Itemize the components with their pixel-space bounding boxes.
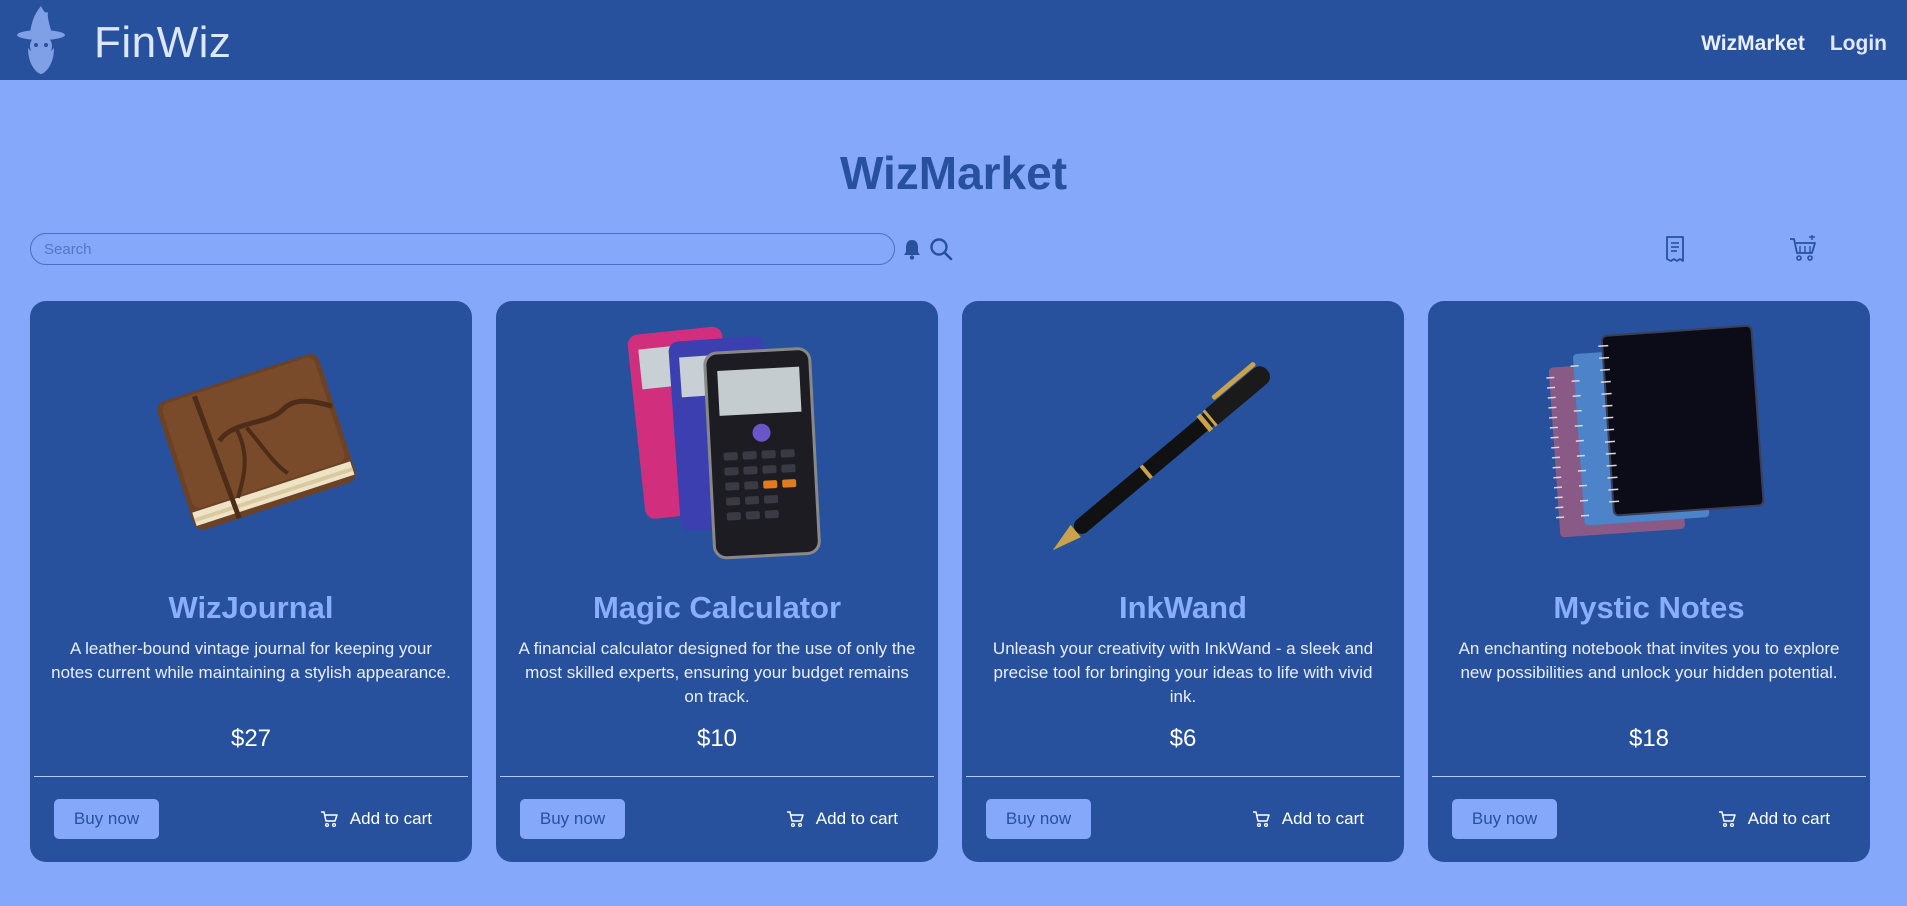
wizard-logo-icon[interactable] (14, 4, 68, 74)
leather-journal-image (157, 353, 356, 530)
cart-icon (1718, 811, 1736, 828)
search-input[interactable] (30, 233, 895, 265)
product-title: Mystic Notes (1553, 590, 1745, 625)
shopping-cart-icon[interactable] (1788, 235, 1818, 263)
card-divider (500, 776, 934, 777)
brand-name[interactable]: FinWiz (94, 18, 231, 68)
navbar: FinWiz WizMarket Login (0, 0, 1907, 80)
buy-now-button[interactable]: Buy now (54, 799, 159, 839)
card-divider (34, 776, 468, 777)
product-price: $18 (1628, 725, 1670, 752)
nav-link-login[interactable]: Login (1830, 32, 1887, 56)
buy-now-button[interactable]: Buy now (520, 799, 625, 839)
product-description: Unleash your creativity with InkWand - a… (992, 639, 1374, 706)
product-card: WizJournal A leather-bound vintage journ… (30, 301, 472, 862)
add-to-cart-label: Add to cart (1281, 809, 1364, 828)
add-to-cart-button[interactable]: Add to cart (1252, 799, 1364, 839)
product-grid: WizJournal A leather-bound vintage journ… (30, 301, 1870, 862)
cart-icon (786, 811, 804, 828)
buy-now-button[interactable]: Buy now (986, 799, 1091, 839)
spiral-notebooks-image (1546, 324, 1765, 538)
product-title: Magic Calculator (592, 590, 842, 625)
cart-icon (1252, 811, 1270, 828)
card-divider (1432, 776, 1866, 777)
buy-now-button[interactable]: Buy now (1452, 799, 1557, 839)
nav-link-wizmarket[interactable]: WizMarket (1701, 32, 1805, 56)
add-to-cart-button[interactable]: Add to cart (786, 799, 898, 839)
add-to-cart-button[interactable]: Add to cart (320, 799, 432, 839)
search-icon[interactable] (928, 236, 954, 262)
fountain-pen-image (1052, 362, 1271, 551)
nav-links: WizMarket Login (1701, 32, 1887, 56)
product-price: $27 (230, 725, 272, 752)
add-to-cart-label: Add to cart (349, 809, 432, 828)
product-title: WizJournal (168, 590, 334, 625)
card-divider (966, 776, 1400, 777)
product-title: InkWand (1118, 590, 1247, 625)
page-title: WizMarket (839, 147, 1068, 199)
product-description: An enchanting notebook that invites you … (1458, 639, 1840, 682)
product-description: A financial calculator designed for the … (518, 639, 916, 706)
add-to-cart-label: Add to cart (815, 809, 898, 828)
product-price: $6 (1169, 725, 1197, 752)
product-card: Mystic Notes An enchanting notebook that… (1428, 301, 1870, 862)
product-price: $10 (696, 725, 738, 752)
product-description: A leather-bound vintage journal for keep… (51, 639, 451, 682)
product-card: Magic Calculator A financial calculator … (496, 301, 938, 862)
receipt-icon[interactable] (1661, 235, 1689, 263)
product-card: InkWand Unleash your creativity with Ink… (962, 301, 1404, 862)
add-to-cart-label: Add to cart (1747, 809, 1830, 828)
bell-icon[interactable] (902, 238, 922, 260)
cart-icon (320, 811, 338, 828)
calculators-image (627, 326, 821, 560)
add-to-cart-button[interactable]: Add to cart (1718, 799, 1830, 839)
